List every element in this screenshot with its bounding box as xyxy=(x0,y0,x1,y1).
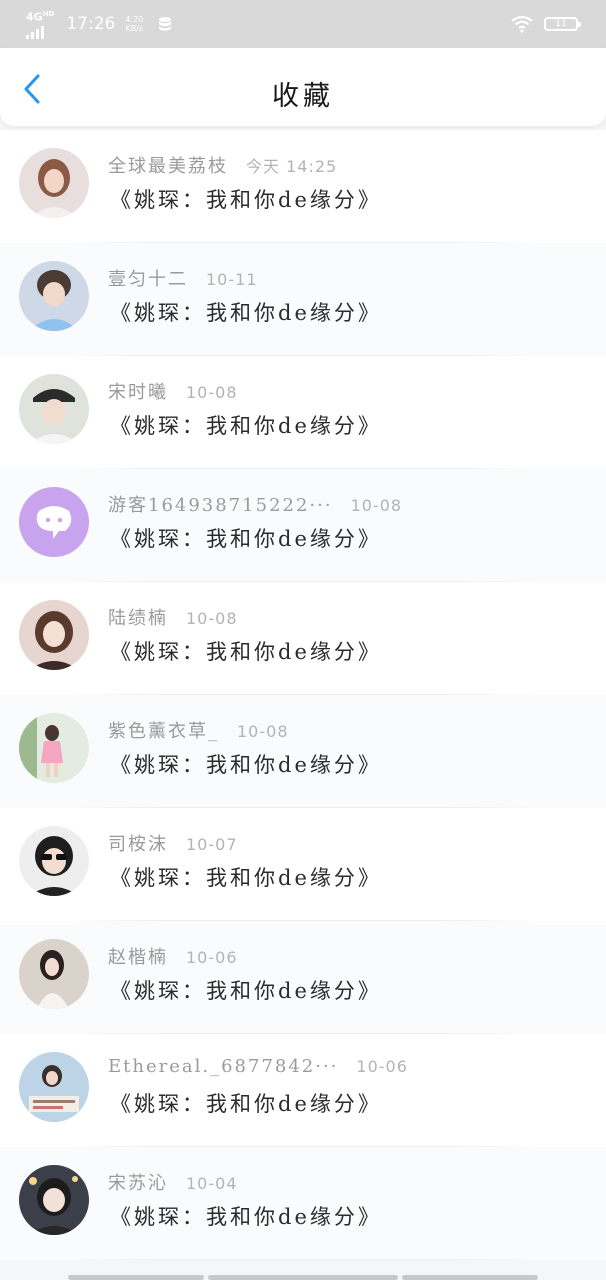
list-item[interactable]: 司桉沫 10-07 《姚琛：我和你de缘分》 xyxy=(0,808,606,921)
avatar[interactable] xyxy=(19,1165,89,1235)
list-item[interactable]: 壹匀十二 10-11 《姚琛：我和你de缘分》 xyxy=(0,243,606,356)
avatar[interactable] xyxy=(19,939,89,1009)
network-hd: HD xyxy=(42,10,55,19)
timestamp: 今天 14:25 xyxy=(246,157,338,176)
favorites-list: 全球最美荔枝 今天 14:25 《姚琛：我和你de缘分》 壹匀十二 10-11 … xyxy=(0,130,606,1260)
message-title: 《姚琛：我和你de缘分》 xyxy=(110,979,382,1003)
timestamp: 10-11 xyxy=(206,270,258,289)
avatar[interactable] xyxy=(19,713,89,783)
username: 全球最美荔枝 xyxy=(108,156,228,177)
list-item[interactable]: 赵楷楠 10-06 《姚琛：我和你de缘分》 xyxy=(0,921,606,1034)
avatar[interactable] xyxy=(19,261,89,331)
username: 赵楷楠 xyxy=(108,947,168,968)
message-title: 《姚琛：我和你de缘分》 xyxy=(110,188,382,212)
avatar[interactable] xyxy=(19,826,89,896)
timestamp: 10-08 xyxy=(237,722,289,741)
header: 收藏 xyxy=(0,48,606,126)
battery-level: 11 xyxy=(555,19,567,29)
username: 司桉沫 xyxy=(108,834,168,855)
list-item[interactable]: 陆绩楠 10-08 《姚琛：我和你de缘分》 xyxy=(0,582,606,695)
message-title: 《姚琛：我和你de缘分》 xyxy=(110,1205,382,1229)
list-item[interactable]: 游客164938715222··· 10-08 《姚琛：我和你de缘分》 xyxy=(0,469,606,582)
avatar[interactable] xyxy=(19,600,89,670)
username: Ethereal._6877842··· xyxy=(108,1056,339,1077)
speed-unit: KB/s xyxy=(125,24,144,33)
timestamp: 10-06 xyxy=(356,1057,408,1076)
username: 壹匀十二 xyxy=(108,269,188,290)
message-title: 《姚琛：我和你de缘分》 xyxy=(110,301,382,325)
username: 宋时曦 xyxy=(108,382,168,403)
signal-icon xyxy=(26,25,44,39)
message-title: 《姚琛：我和你de缘分》 xyxy=(110,414,382,438)
database-icon xyxy=(159,17,172,31)
wifi-icon xyxy=(511,15,533,33)
timestamp: 10-04 xyxy=(186,1174,238,1193)
timestamp: 10-08 xyxy=(186,609,238,628)
message-title: 《姚琛：我和你de缘分》 xyxy=(110,866,382,890)
list-item[interactable]: Ethereal._6877842··· 10-06 《姚琛：我和你de缘分》 xyxy=(0,1034,606,1147)
avatar[interactable] xyxy=(19,148,89,218)
timestamp: 10-07 xyxy=(186,835,238,854)
divider xyxy=(70,1259,536,1260)
list-item[interactable]: 宋时曦 10-08 《姚琛：我和你de缘分》 xyxy=(0,356,606,469)
battery-icon: 11 xyxy=(544,17,581,31)
network-speed: 4.20 KB/s xyxy=(125,15,143,33)
timestamp: 10-08 xyxy=(186,383,238,402)
page-title: 收藏 xyxy=(272,81,334,112)
scroll-indicator xyxy=(0,1275,606,1280)
avatar[interactable] xyxy=(19,374,89,444)
message-title: 《姚琛：我和你de缘分》 xyxy=(110,640,382,664)
clock: 17:26 xyxy=(66,14,116,34)
username: 紫色薰衣草_ xyxy=(108,721,219,742)
message-title: 《姚琛：我和你de缘分》 xyxy=(110,527,382,551)
avatar[interactable] xyxy=(19,487,89,557)
message-title: 《姚琛：我和你de缘分》 xyxy=(110,753,382,777)
list-item[interactable]: 紫色薰衣草_ 10-08 《姚琛：我和你de缘分》 xyxy=(0,695,606,808)
network-type: 4G xyxy=(26,10,43,24)
speed-value: 4.20 xyxy=(125,15,144,24)
username: 陆绩楠 xyxy=(108,608,168,629)
timestamp: 10-06 xyxy=(186,948,238,967)
username: 宋苏沁 xyxy=(108,1173,168,1194)
avatar[interactable] xyxy=(19,1052,89,1122)
timestamp: 10-08 xyxy=(350,496,403,515)
list-item[interactable]: 宋苏沁 10-04 《姚琛：我和你de缘分》 xyxy=(0,1147,606,1260)
status-bar: 4GHD 17:26 4.20 KB/s 11 xyxy=(0,0,606,48)
message-title: 《姚琛：我和你de缘分》 xyxy=(110,1092,382,1116)
username: 游客164938715222··· xyxy=(108,495,333,516)
signal-indicator: 4GHD xyxy=(26,9,54,39)
list-item[interactable]: 全球最美荔枝 今天 14:25 《姚琛：我和你de缘分》 xyxy=(0,130,606,243)
